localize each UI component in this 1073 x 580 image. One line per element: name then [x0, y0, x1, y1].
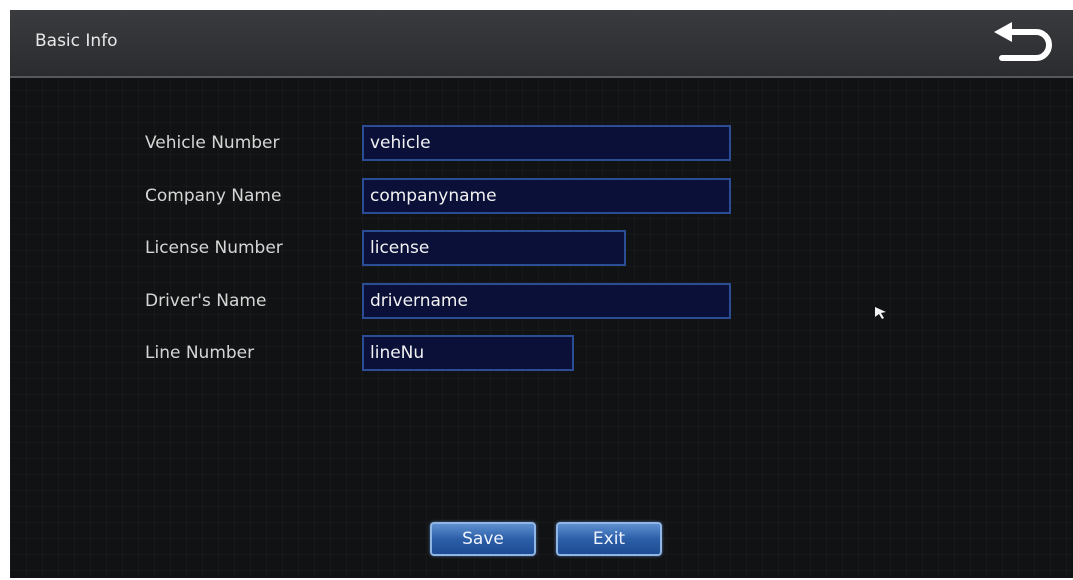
- drivers-name-input[interactable]: [362, 283, 731, 319]
- save-button[interactable]: Save: [430, 522, 536, 556]
- mouse-pointer-icon: [875, 307, 886, 319]
- return-arrow-icon: [994, 22, 1052, 61]
- basic-info-screen: Basic Info Vehicle Number Company Name L…: [10, 10, 1073, 578]
- line-number-input[interactable]: [362, 335, 574, 371]
- title-bar: Basic Info: [10, 10, 1073, 78]
- company-name-input[interactable]: [362, 178, 731, 214]
- vehicle-number-input[interactable]: [362, 125, 731, 161]
- back-button[interactable]: [986, 22, 1056, 64]
- line-number-label: Line Number: [145, 343, 255, 363]
- vehicle-number-label: Vehicle Number: [145, 133, 280, 153]
- license-number-label: License Number: [145, 238, 283, 258]
- exit-button[interactable]: Exit: [556, 522, 662, 556]
- drivers-name-label: Driver's Name: [145, 291, 267, 311]
- license-number-input[interactable]: [362, 230, 626, 266]
- page-title: Basic Info: [35, 31, 118, 51]
- company-name-label: Company Name: [145, 186, 282, 206]
